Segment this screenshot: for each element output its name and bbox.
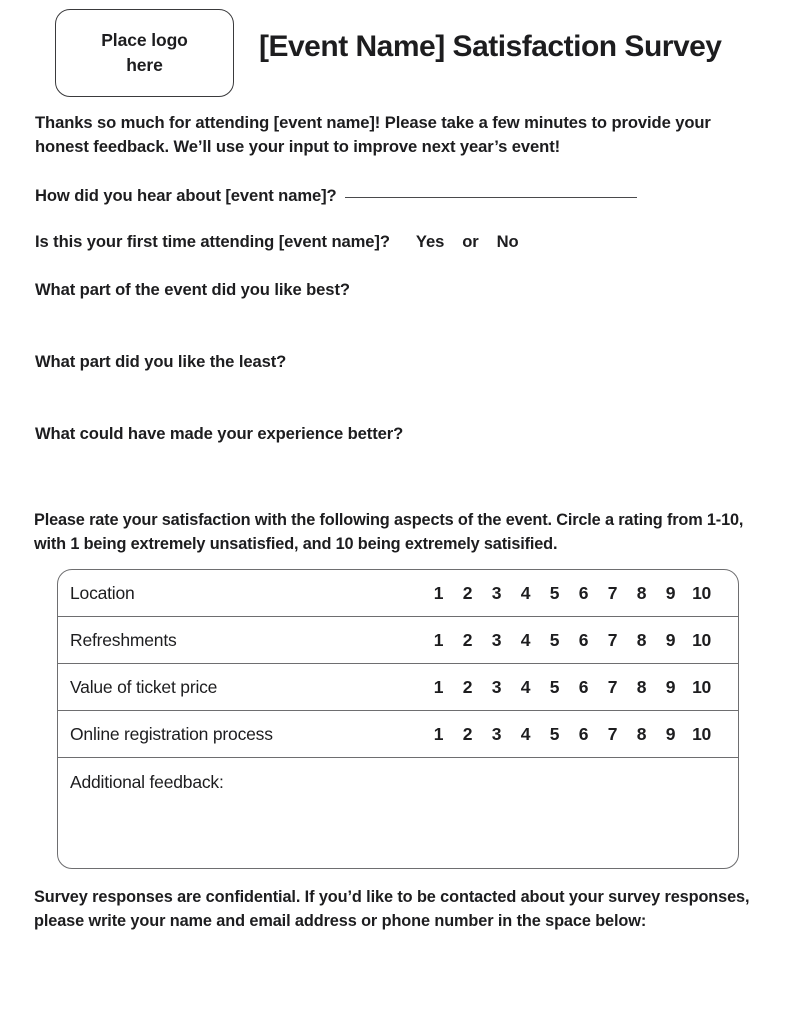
rating-scale: 1 2 3 4 5 6 7 8 9 10 — [424, 711, 718, 757]
rating-option-10[interactable]: 10 — [685, 630, 718, 651]
rating-option-7[interactable]: 7 — [598, 630, 627, 651]
rating-option-2[interactable]: 2 — [453, 677, 482, 698]
rating-option-6[interactable]: 6 — [569, 677, 598, 698]
rating-option-3[interactable]: 3 — [482, 630, 511, 651]
rating-option-6[interactable]: 6 — [569, 724, 598, 745]
rating-option-1[interactable]: 1 — [424, 724, 453, 745]
rating-option-8[interactable]: 8 — [627, 724, 656, 745]
rating-option-9[interactable]: 9 — [656, 630, 685, 651]
question-improvement: What could have made your experience bet… — [35, 424, 404, 443]
rating-option-4[interactable]: 4 — [511, 724, 540, 745]
rating-option-4[interactable]: 4 — [511, 583, 540, 604]
rating-option-1[interactable]: 1 — [424, 583, 453, 604]
rating-option-3[interactable]: 3 — [482, 583, 511, 604]
option-yes[interactable]: Yes — [416, 232, 444, 251]
rating-option-4[interactable]: 4 — [511, 630, 540, 651]
rating-option-6[interactable]: 6 — [569, 583, 598, 604]
rating-option-2[interactable]: 2 — [453, 583, 482, 604]
rating-option-1[interactable]: 1 — [424, 677, 453, 698]
yes-no-options: Yes or No — [416, 230, 528, 253]
table-row: Value of ticket price 1 2 3 4 5 6 7 8 9 … — [58, 664, 738, 711]
rating-table: Location 1 2 3 4 5 6 7 8 9 10 Refreshmen… — [57, 569, 739, 869]
rating-scale: 1 2 3 4 5 6 7 8 9 10 — [424, 664, 718, 710]
rating-scale: 1 2 3 4 5 6 7 8 9 10 — [424, 570, 718, 616]
question-how-heard: How did you hear about [event name]? — [35, 184, 637, 207]
yes-no-conjunction: or — [462, 232, 479, 251]
how-heard-answer-blank[interactable] — [344, 197, 637, 198]
rating-option-9[interactable]: 9 — [656, 724, 685, 745]
rating-instructions: Please rate your satisfaction with the f… — [34, 511, 744, 554]
rating-option-9[interactable]: 9 — [656, 583, 685, 604]
rating-option-5[interactable]: 5 — [540, 583, 569, 604]
document-header: Place logo here [Event Name] Satisfactio… — [0, 0, 805, 105]
rating-option-3[interactable]: 3 — [482, 724, 511, 745]
logo-placeholder-text: Place logo here — [101, 29, 188, 75]
rating-option-8[interactable]: 8 — [627, 630, 656, 651]
table-row: Refreshments 1 2 3 4 5 6 7 8 9 10 — [58, 617, 738, 664]
rating-option-1[interactable]: 1 — [424, 630, 453, 651]
rating-option-4[interactable]: 4 — [511, 677, 540, 698]
rating-option-8[interactable]: 8 — [627, 583, 656, 604]
rating-option-10[interactable]: 10 — [685, 677, 718, 698]
rating-row-label: Online registration process — [70, 723, 273, 744]
rating-option-3[interactable]: 3 — [482, 677, 511, 698]
question-how-heard-label: How did you hear about [event name]? — [35, 186, 337, 205]
rating-option-8[interactable]: 8 — [627, 677, 656, 698]
rating-row-label: Refreshments — [70, 629, 177, 650]
logo-placeholder-box[interactable]: Place logo here — [55, 9, 234, 97]
rating-option-10[interactable]: 10 — [685, 583, 718, 604]
rating-option-2[interactable]: 2 — [453, 630, 482, 651]
option-no[interactable]: No — [497, 232, 519, 251]
rating-option-5[interactable]: 5 — [540, 677, 569, 698]
rating-option-7[interactable]: 7 — [598, 677, 627, 698]
additional-feedback-label: Additional feedback: — [70, 772, 224, 792]
rating-option-10[interactable]: 10 — [685, 724, 718, 745]
rating-option-7[interactable]: 7 — [598, 724, 627, 745]
table-row: Online registration process 1 2 3 4 5 6 … — [58, 711, 738, 758]
table-row: Location 1 2 3 4 5 6 7 8 9 10 — [58, 570, 738, 617]
intro-paragraph: Thanks so much for attending [event name… — [35, 113, 711, 157]
rating-option-5[interactable]: 5 — [540, 630, 569, 651]
additional-feedback-cell: Additional feedback: — [58, 758, 738, 868]
rating-option-7[interactable]: 7 — [598, 583, 627, 604]
question-first-time: Is this your first time attending [event… — [35, 230, 528, 253]
rating-option-5[interactable]: 5 — [540, 724, 569, 745]
confidentiality-note: Survey responses are confidential. If yo… — [34, 888, 750, 930]
additional-feedback-input[interactable] — [58, 802, 738, 868]
page-title: [Event Name] Satisfaction Survey — [259, 30, 722, 63]
rating-option-6[interactable]: 6 — [569, 630, 598, 651]
rating-option-9[interactable]: 9 — [656, 677, 685, 698]
question-liked-least: What part did you like the least? — [35, 352, 287, 371]
rating-row-label: Location — [70, 582, 135, 603]
rating-scale: 1 2 3 4 5 6 7 8 9 10 — [424, 617, 718, 663]
question-first-time-label: Is this your first time attending [event… — [35, 232, 390, 251]
question-liked-best: What part of the event did you like best… — [35, 280, 350, 299]
rating-row-label: Value of ticket price — [70, 676, 218, 697]
rating-option-2[interactable]: 2 — [453, 724, 482, 745]
